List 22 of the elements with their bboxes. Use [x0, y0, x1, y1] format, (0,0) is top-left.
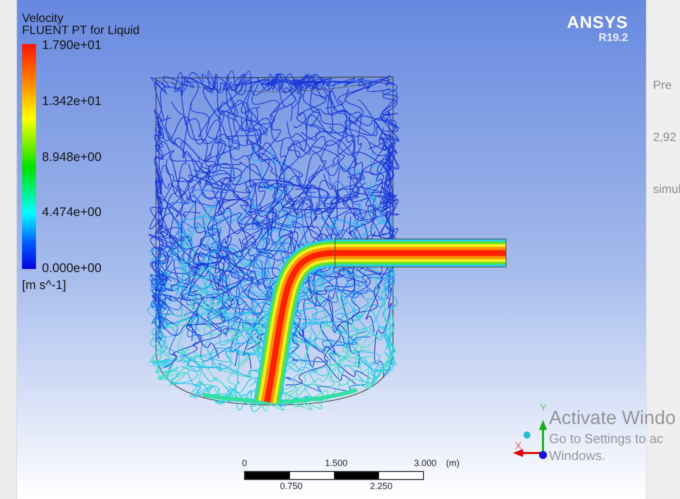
- legend-tick-label: 1.790e+01: [42, 38, 102, 52]
- faded-text: simul: [652, 182, 680, 196]
- faded-text: 2,92: [652, 130, 676, 144]
- legend-tick-label: 0.000e+00: [42, 261, 102, 275]
- logo-text: ANSYS: [566, 14, 628, 32]
- version-label: R19.2: [598, 32, 628, 44]
- scale-label: 3.000: [414, 458, 437, 468]
- legend-unit: [m s^-1]: [22, 279, 68, 291]
- activation-text: Go to Settings to ac: [549, 430, 664, 447]
- legend-title: Velocity: [22, 12, 64, 24]
- activation-text: Windows.: [549, 447, 606, 464]
- activation-title: Activate Windo: [549, 408, 676, 430]
- scale-label: 0.750: [280, 481, 303, 491]
- faded-text: Pre: [652, 78, 672, 92]
- scale-label: 1.500: [325, 458, 348, 468]
- scale-label: 0: [242, 458, 248, 468]
- scale-label: 2.250: [370, 481, 393, 491]
- scale-unit: (m): [446, 458, 460, 468]
- legend-subtitle: FLUENT PT for Liquid: [22, 24, 140, 36]
- legend-tick-label: 1.342e+01: [42, 94, 102, 108]
- legend-tick-label: 8.948e+00: [42, 150, 102, 164]
- legend-tick-label: 4.474e+00: [42, 205, 102, 220]
